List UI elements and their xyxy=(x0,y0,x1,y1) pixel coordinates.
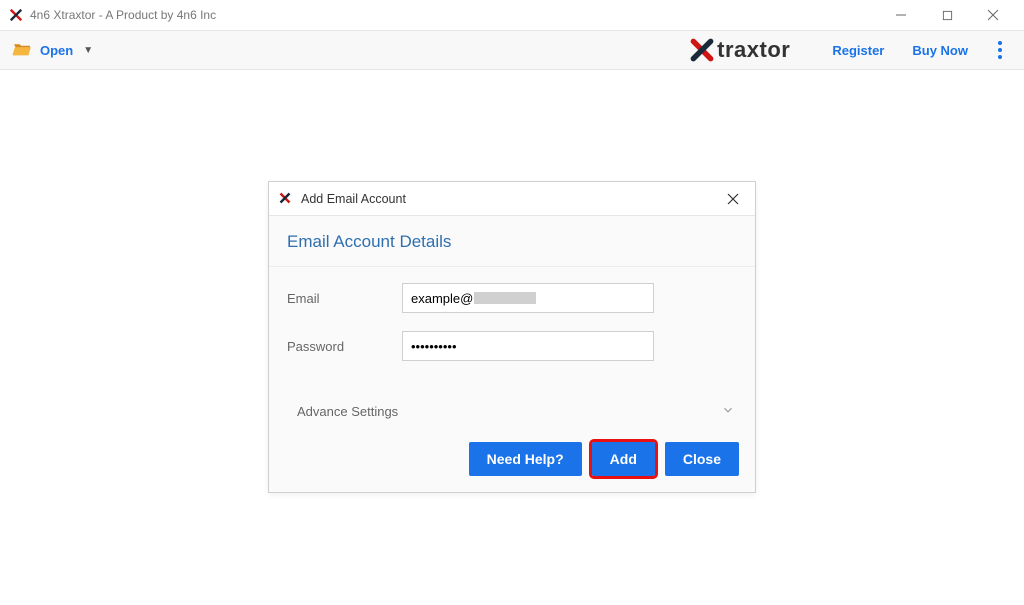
more-menu-button[interactable] xyxy=(988,41,1012,59)
redacted-text xyxy=(474,292,536,304)
close-button[interactable]: Close xyxy=(665,442,739,476)
maximize-button[interactable] xyxy=(924,0,970,30)
dialog-body: Email Account Details Email Password Adv… xyxy=(269,216,755,492)
caret-down-icon: ▼ xyxy=(83,45,93,56)
email-row: Email xyxy=(287,283,737,313)
advance-settings-label: Advance Settings xyxy=(297,404,398,419)
dialog-titlebar: Add Email Account xyxy=(269,182,755,216)
window-controls xyxy=(878,0,1016,30)
dialog-footer: Need Help? Add Close xyxy=(269,438,755,492)
minimize-button[interactable] xyxy=(878,0,924,30)
advance-settings-toggle[interactable]: Advance Settings xyxy=(269,387,755,438)
brand-logo: traxtor xyxy=(689,37,790,63)
open-menu-button[interactable]: Open ▼ xyxy=(12,41,93,60)
brand-x-icon xyxy=(689,37,715,63)
dialog-close-button[interactable] xyxy=(721,187,745,211)
add-email-account-dialog: Add Email Account Email Account Details … xyxy=(268,181,756,493)
password-row: Password xyxy=(287,331,737,361)
open-label: Open xyxy=(40,43,73,58)
brand-text: traxtor xyxy=(717,37,790,63)
chevron-down-icon xyxy=(721,403,735,420)
need-help-button[interactable]: Need Help? xyxy=(469,442,582,476)
app-x-icon xyxy=(8,7,24,23)
dialog-x-icon xyxy=(279,192,293,206)
window-title: 4n6 Xtraxtor - A Product by 4n6 Inc xyxy=(30,8,216,22)
window-close-button[interactable] xyxy=(970,0,1016,30)
password-label: Password xyxy=(287,339,402,354)
section-title: Email Account Details xyxy=(269,216,755,267)
dialog-title: Add Email Account xyxy=(301,192,406,206)
main-toolbar: Open ▼ traxtor Register Buy Now xyxy=(0,30,1024,70)
add-button[interactable]: Add xyxy=(592,442,655,476)
password-input[interactable] xyxy=(402,331,654,361)
window-titlebar: 4n6 Xtraxtor - A Product by 4n6 Inc xyxy=(0,0,1024,30)
buy-now-link[interactable]: Buy Now xyxy=(912,43,968,58)
register-link[interactable]: Register xyxy=(832,43,884,58)
folder-open-icon xyxy=(12,41,32,60)
email-label: Email xyxy=(287,291,402,306)
